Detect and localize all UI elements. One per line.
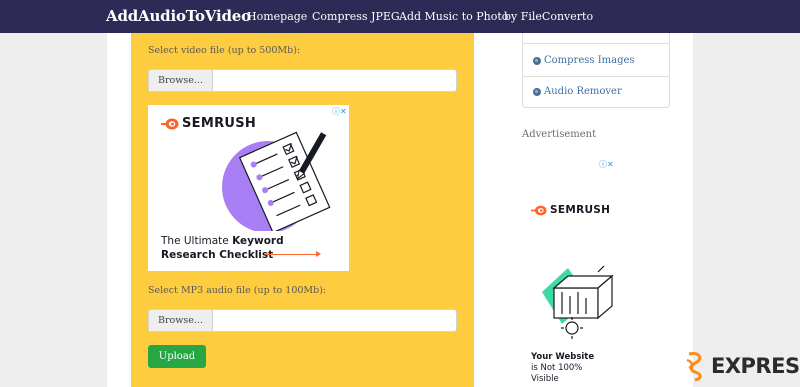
semrush-flame-icon — [531, 205, 547, 215]
ad-headline: The Ultimate Keyword Research Checklist — [161, 235, 284, 261]
globe-icon — [533, 56, 541, 65]
nav-homepage[interactable]: Homepage — [247, 10, 307, 23]
globe-icon — [533, 87, 541, 96]
audio-file-input[interactable]: Browse... — [148, 309, 457, 332]
nav-by-fileconverto[interactable]: by FileConverto — [504, 10, 593, 23]
sidebar-item-label: Compress Images — [544, 55, 635, 66]
ad-close-icon[interactable]: ⓘ✕ — [332, 106, 347, 117]
audio-browse-button[interactable]: Browse... — [149, 310, 213, 331]
semrush-logo: SEMRUSH — [531, 204, 610, 216]
semrush-ad[interactable]: ⓘ✕ SEMRUSH The Ultimate Keyword Research… — [148, 105, 349, 271]
sidebar-item-audio-remover[interactable]: Audio Remover — [523, 76, 669, 107]
upload-button[interactable]: Upload — [148, 345, 206, 368]
advertisement-label: Advertisement — [522, 129, 597, 140]
sidebar-item-label: Audio Remover — [544, 86, 622, 97]
video-file-label: Select video file (up to 500Mb): — [148, 45, 301, 56]
video-file-input[interactable]: Browse... — [148, 69, 457, 92]
sidebar-item-compress-images[interactable]: Compress Images — [523, 45, 669, 76]
watermark-text: EXPRESS — [711, 354, 800, 378]
semrush-flame-icon — [161, 118, 179, 129]
sidebar-divider — [523, 43, 669, 44]
express-swirl-icon — [686, 352, 702, 382]
arrow-right-icon — [316, 251, 321, 257]
sidebar-tools-list: Compress Images Audio Remover — [522, 33, 670, 108]
semrush-wordmark: SEMRUSH — [550, 204, 611, 216]
toolbox-illustration — [542, 265, 614, 339]
semrush-side-ad[interactable]: ⓘ✕ SEMRUSH Your Website is Not 100% Visi… — [522, 158, 622, 387]
checklist-illustration — [222, 131, 331, 231]
nav-compress-jpeg[interactable]: Compress JPEG — [312, 10, 400, 23]
express-watermark: EXPRESS — [683, 350, 800, 382]
top-navbar: AddAudioToVideo Homepage Compress JPEG A… — [0, 0, 800, 33]
audio-file-label: Select MP3 audio file (up to 100Mb): — [148, 285, 327, 296]
nav-add-music-to-photo[interactable]: Add Music to Photo — [399, 10, 508, 23]
video-browse-button[interactable]: Browse... — [149, 70, 213, 91]
ad-close-icon[interactable]: ⓘ✕ — [599, 159, 614, 170]
site-brand[interactable]: AddAudioToVideo — [106, 7, 251, 25]
side-ad-text: Your Website is Not 100% Visible — [531, 352, 595, 384]
ad-arrow-line — [266, 254, 318, 255]
